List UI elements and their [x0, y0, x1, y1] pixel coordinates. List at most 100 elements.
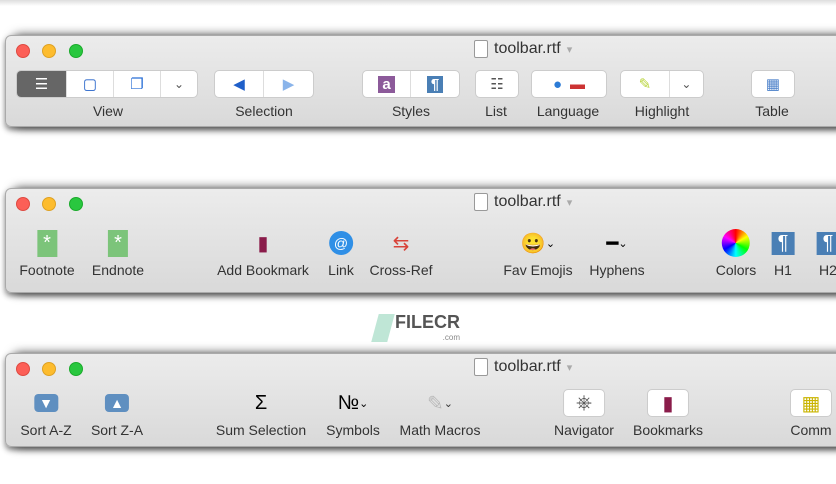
- chevron-down-icon: ▾: [566, 361, 573, 374]
- add-bookmark-button[interactable]: ▮ Add Bookmark: [217, 228, 309, 279]
- sort-down-icon: ▼: [34, 388, 58, 418]
- at-link-icon: @: [329, 228, 353, 258]
- symbols-button[interactable]: № ⌄ Symbols: [326, 388, 380, 439]
- hyphens-label: Hyphens: [589, 262, 645, 278]
- top-edge: [0, 0, 836, 6]
- sort-z-a-button[interactable]: ▲ Sort Z-A: [91, 388, 143, 438]
- zoom-button[interactable]: [69, 44, 83, 58]
- highlight-dropdown-button[interactable]: ⌄: [670, 71, 703, 97]
- highlighter-icon[interactable]: ✎: [621, 71, 670, 97]
- zoom-button[interactable]: [69, 362, 83, 376]
- numero-icon: № ⌄: [337, 391, 369, 414]
- list-label: List: [485, 103, 507, 119]
- view-page-button[interactable]: ▢: [67, 71, 114, 97]
- color-wheel-icon: [722, 228, 750, 258]
- document-icon: [474, 358, 488, 376]
- asterisk-icon: *: [108, 228, 128, 258]
- select-next-button[interactable]: ▶: [264, 71, 313, 97]
- math-macros-button[interactable]: ✎ ⌄ Math Macros: [399, 388, 481, 439]
- bookmarks-label: Bookmarks: [632, 422, 704, 438]
- minimize-button[interactable]: [42, 362, 56, 376]
- hyphens-button[interactable]: ━ ⌄ Hyphens: [589, 228, 645, 279]
- paragraph-icon: ¶: [816, 228, 836, 258]
- sort-a-z-button[interactable]: ▼ Sort A-Z: [20, 388, 72, 438]
- highlight-label: Highlight: [634, 103, 690, 119]
- bookmark-icon: ▮: [257, 232, 269, 255]
- styles-segment: a ¶: [362, 70, 460, 98]
- comments-button[interactable]: ▦ Comm: [790, 388, 832, 438]
- cross-ref-button[interactable]: ⇆ Cross-Ref: [369, 228, 433, 279]
- navigator-button[interactable]: ⎈ Navigator: [554, 388, 614, 438]
- character-style-button[interactable]: a: [363, 71, 412, 97]
- watermark-logo: FILECR .com: [371, 312, 460, 342]
- language-label: Language: [536, 103, 600, 119]
- table-button[interactable]: ▦: [751, 70, 795, 98]
- fav-emojis-button[interactable]: 😀 ⌄ Fav Emojis: [503, 228, 573, 279]
- link-button[interactable]: @ Link: [328, 228, 354, 278]
- minimize-button[interactable]: [42, 44, 56, 58]
- view-label: View: [92, 103, 124, 119]
- highlight-segment: ✎ ⌄: [620, 70, 704, 98]
- chevron-down-icon: ▾: [566, 43, 573, 56]
- paragraph-icon: ¶: [771, 228, 795, 258]
- title-text: toolbar.rtf: [494, 358, 561, 375]
- ship-wheel-icon: ⎈: [562, 388, 605, 418]
- h1-button[interactable]: ¶ H1: [771, 228, 795, 278]
- list-button[interactable]: ☷: [475, 70, 519, 98]
- view-dropdown-button[interactable]: ⌄: [161, 71, 197, 97]
- add-bookmark-label: Add Bookmark: [217, 262, 309, 278]
- navigator-label: Navigator: [554, 422, 614, 438]
- endnote-label: Endnote: [91, 262, 145, 278]
- footnote-button[interactable]: * Footnote: [19, 228, 75, 278]
- title-text: toolbar.rtf: [494, 193, 561, 210]
- comments-grid-icon: ▦: [790, 388, 832, 418]
- window-title[interactable]: toolbar.rtf ▾: [474, 193, 572, 211]
- close-button[interactable]: [16, 197, 30, 211]
- select-previous-button[interactable]: ◀: [215, 71, 265, 97]
- symbols-label: Symbols: [326, 422, 380, 438]
- close-button[interactable]: [16, 362, 30, 376]
- minimize-button[interactable]: [42, 197, 56, 211]
- paragraph-style-button[interactable]: ¶: [411, 71, 459, 97]
- colors-button[interactable]: Colors: [716, 228, 756, 278]
- view-multi-page-button[interactable]: ❐: [114, 71, 161, 97]
- view-list-button[interactable]: ☰: [17, 71, 67, 97]
- selection-segment: ◀ ▶: [214, 70, 314, 98]
- table-icon: ▦: [765, 76, 781, 93]
- zoom-button[interactable]: [69, 197, 83, 211]
- toolbar-window-2: toolbar.rtf ▾ * Footnote * Endnote ▮ Add Boo…: [5, 188, 836, 293]
- globe-flag-icon: ● ▬: [552, 75, 586, 93]
- title-text: toolbar.rtf: [494, 40, 561, 57]
- language-button[interactable]: ● ▬: [531, 70, 607, 98]
- chevron-down-icon: ▾: [566, 196, 573, 209]
- hyphen-icon: ━ ⌄: [606, 232, 628, 255]
- emoji-icon: 😀 ⌄: [520, 232, 556, 255]
- cross-ref-label: Cross-Ref: [369, 262, 433, 278]
- h2-label: H2: [819, 262, 836, 278]
- sort-z-a-label: Sort Z-A: [90, 422, 144, 438]
- fav-emojis-label: Fav Emojis: [503, 262, 573, 278]
- window-title[interactable]: toolbar.rtf ▾: [474, 358, 572, 376]
- footnote-label: Footnote: [19, 262, 75, 278]
- colors-label: Colors: [715, 262, 757, 278]
- sum-selection-button[interactable]: Σ Sum Selection: [216, 388, 306, 439]
- toolbar-window-1: toolbar.rtf ▾ ☰ ▢ ❐ ⌄ View ◀ ▶ Selection …: [5, 35, 836, 127]
- h2-button[interactable]: ¶ H2: [816, 228, 836, 278]
- endnote-button[interactable]: * Endnote: [92, 228, 144, 278]
- styles-label: Styles: [391, 103, 431, 119]
- view-segment: ☰ ▢ ❐ ⌄: [16, 70, 198, 98]
- sort-a-z-label: Sort A-Z: [20, 422, 72, 438]
- toolbar-window-3: toolbar.rtf ▾ ▼ Sort A-Z ▲ Sort Z-A Σ Sum Se…: [5, 353, 836, 447]
- cross-ref-arrows-icon: ⇆: [392, 232, 410, 255]
- table-label: Table: [755, 103, 789, 119]
- close-button[interactable]: [16, 44, 30, 58]
- document-icon: [474, 40, 488, 58]
- asterisk-icon: *: [37, 228, 57, 258]
- selection-label: Selection: [235, 103, 293, 119]
- math-macros-label: Math Macros: [399, 422, 481, 438]
- document-icon: [474, 193, 488, 211]
- window-title[interactable]: toolbar.rtf ▾: [474, 40, 572, 58]
- comments-label: Comm: [790, 422, 832, 438]
- list-icon: ☷: [490, 76, 504, 93]
- bookmarks-button[interactable]: ▮ Bookmarks: [633, 388, 703, 438]
